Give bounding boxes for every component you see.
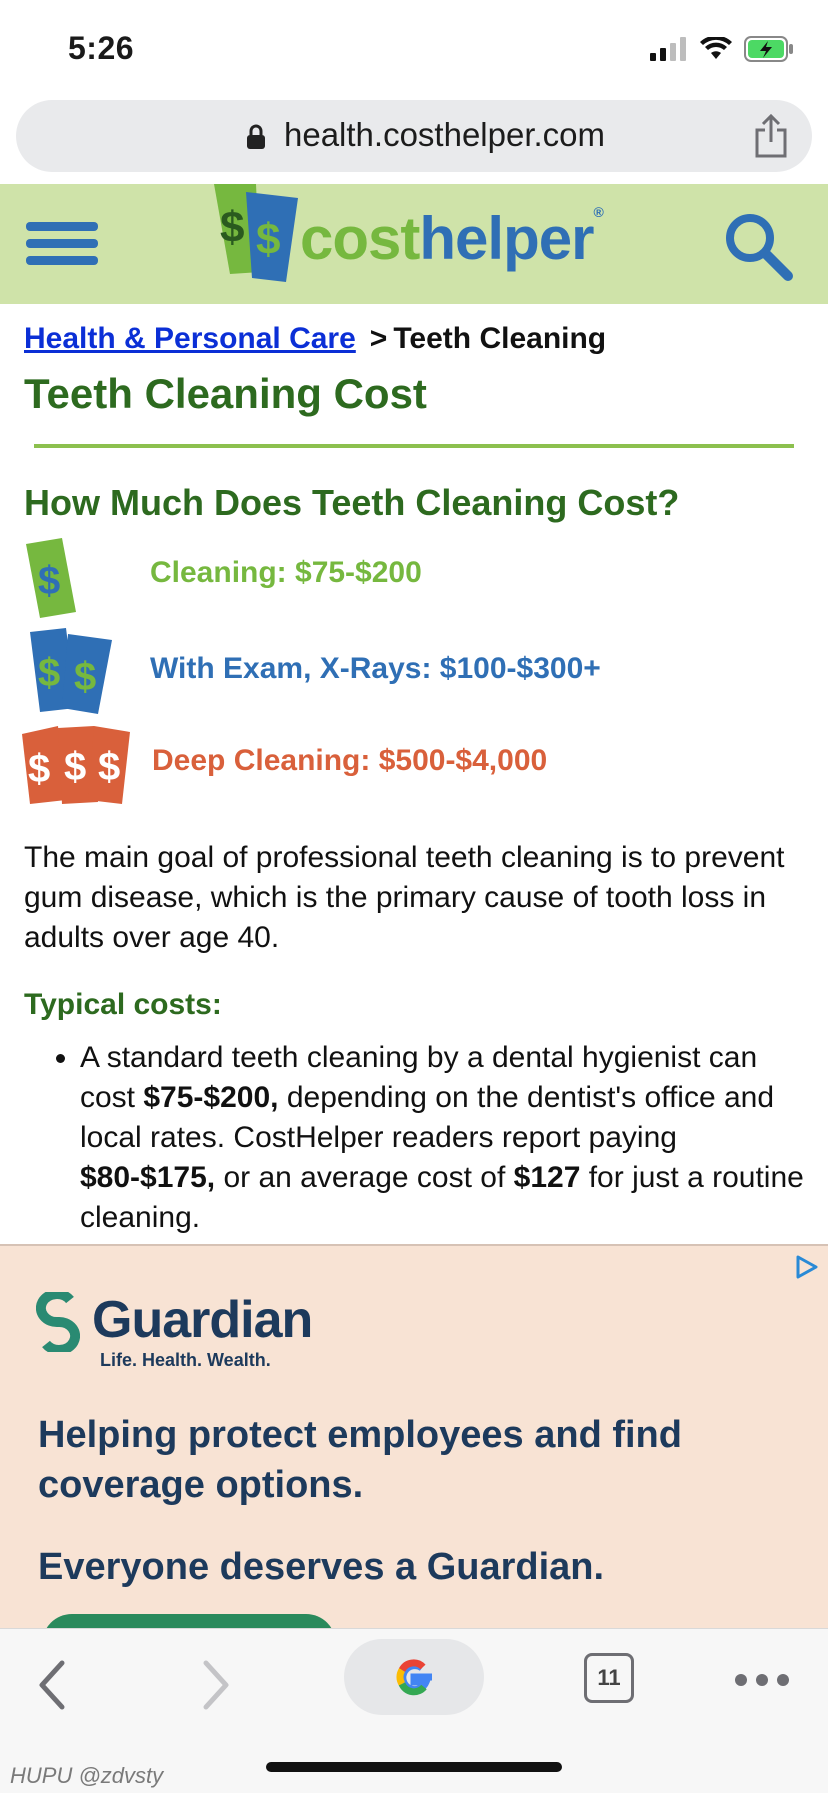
adchoices-icon[interactable] [794,1254,820,1280]
svg-text:$: $ [64,745,86,789]
ad-tagline: Life. Health. Wealth. [100,1350,271,1370]
breadcrumb: Health & Personal Care > Teeth Cleaning [24,322,804,356]
svg-text:$: $ [98,745,120,789]
ad-slogan: Everyone deserves a Guardian. [38,1546,605,1588]
main-content: Health & Personal Care > Teeth Cleaning Te… [22,304,804,1238]
home-indicator[interactable] [266,1762,562,1772]
status-bar: 5:26 [0,0,828,96]
costhelper-logo[interactable]: $ $ costhelper® [212,184,632,284]
battery-charging-icon [744,36,793,62]
intro-paragraph: The main goal of professional teeth clea… [24,841,785,954]
more-icon[interactable] [734,1673,790,1687]
page-title: Teeth Cleaning Cost [24,370,427,417]
section-title: How Much Does Teeth Cleaning Cost? [24,482,680,523]
logo-registered: ® [593,204,603,220]
breadcrumb-link-health[interactable]: Health & Personal Care [24,322,356,355]
logo-mark-icon: $ $ [214,184,298,282]
logo-wordmark: costhelper® [300,204,604,273]
forward-icon[interactable] [200,1659,232,1711]
title-divider [34,444,794,448]
bullet-text-3: or an average cost of [215,1161,514,1194]
share-icon[interactable] [754,114,788,158]
bullet-bold-1: $75-$200, [143,1081,279,1114]
ad-brand: Guardian [92,1291,313,1349]
status-time: 5:26 [68,30,135,66]
dollar-two-icon: $ $ [30,628,112,714]
logo-helper: helper [419,205,594,272]
price-row-cleaning: $ Cleaning: $75-$200 [24,534,804,626]
price-deep: Deep Cleaning: $500-$4,000 [152,744,548,777]
svg-text:$: $ [38,651,60,695]
dollar-three-icon: $ $ $ [22,726,130,804]
ad-headline: Helping protect employees and find cover… [38,1414,682,1506]
lock-icon [247,124,265,149]
google-button[interactable] [344,1639,484,1715]
typical-costs-list: A standard teeth cleaning by a dental hy… [0,1038,804,1238]
price-row-exam: $ $ With Exam, X-Rays: $100-$300+ [24,626,804,718]
guardian-logo-icon [36,1292,80,1352]
breadcrumb-separator: > [369,322,388,355]
svg-text:$: $ [28,747,50,791]
tabs-button[interactable]: 11 [584,1653,634,1703]
watermark: HUPU @zdvsty [10,1763,164,1788]
logo-cost: cost [300,205,420,272]
url-domain[interactable]: health.costhelper.com [284,116,605,154]
breadcrumb-current: Teeth Cleaning [393,322,607,355]
price-row-deep: $ $ $ Deep Cleaning: $500-$4,000 [22,718,804,810]
price-exam: With Exam, X-Rays: $100-$300+ [150,652,601,685]
google-icon [396,1659,432,1696]
typical-costs-heading: Typical costs: [24,988,222,1021]
wifi-icon [700,37,732,59]
address-bar[interactable]: health.costhelper.com [16,100,812,172]
search-icon[interactable] [722,210,794,282]
menu-icon[interactable] [26,216,100,272]
price-cleaning: Cleaning: $75-$200 [150,556,422,589]
bullet-bold-3: $127 [513,1161,581,1194]
dollar-one-icon: $ [26,538,76,618]
signal-icon [650,37,686,61]
svg-text:$: $ [38,559,60,603]
svg-text:$: $ [256,215,280,264]
site-header: $ $ costhelper® [0,184,828,304]
status-icons [650,36,794,62]
bullet-bold-2: $80-$175, [80,1161,216,1194]
guardian-ad[interactable]: Guardian Life. Health. Wealth. Helping p… [0,1244,828,1630]
list-item: A standard teeth cleaning by a dental hy… [80,1038,804,1238]
svg-text:$: $ [74,655,96,699]
back-icon[interactable] [36,1659,68,1711]
svg-text:$: $ [220,203,244,252]
